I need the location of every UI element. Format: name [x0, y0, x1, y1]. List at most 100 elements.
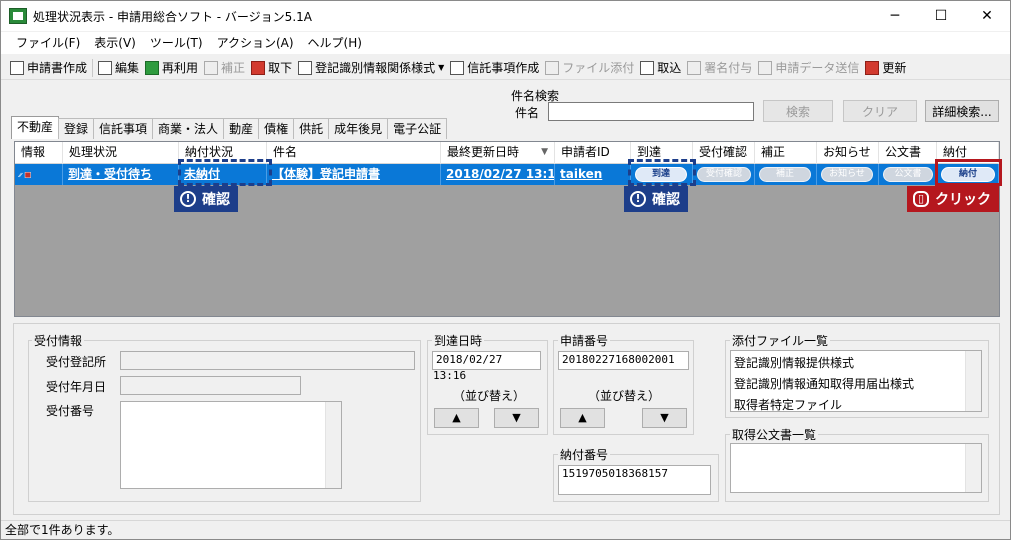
mouse-click-icon: ▯: [913, 191, 929, 207]
attachments-scrollbar[interactable]: [965, 351, 981, 411]
registry-forms-button[interactable]: 登記識別情報関係様式 ▼: [295, 57, 447, 79]
status-bar: 全部で1件あります。: [1, 520, 1010, 540]
payment-button[interactable]: 納付: [941, 167, 995, 182]
title-bar: 処理状況表示 - 申請用総合ソフト - バージョン5.1A ─ ☐ ✕: [1, 1, 1010, 31]
tab-notary[interactable]: 電子公証: [387, 118, 448, 139]
menu-tools[interactable]: ツール(T): [143, 32, 210, 54]
arrival-sort-down-button[interactable]: ▼: [494, 408, 539, 428]
list-item[interactable]: 取得者特定ファイル: [734, 396, 842, 413]
official-docs-scrollbar[interactable]: [965, 444, 981, 492]
attach-icon: [545, 60, 560, 75]
col-official[interactable]: 公文書: [879, 142, 937, 164]
receipt-date-field[interactable]: [120, 376, 301, 395]
tab-commercial[interactable]: 商業・法人: [152, 118, 225, 139]
window-title: 処理状況表示 - 申請用総合ソフト - バージョン5.1A: [33, 9, 312, 24]
official-doc-button[interactable]: 公文書: [883, 167, 933, 182]
form-icon: [298, 60, 313, 75]
list-item[interactable]: 登記識別情報提供様式: [734, 354, 854, 371]
col-payment-status[interactable]: 納付状況: [179, 142, 267, 164]
subject-cell[interactable]: 【体験】登記申請書: [267, 164, 441, 185]
tab-trust[interactable]: 信託事項: [93, 118, 154, 139]
app-sort-down-button[interactable]: ▼: [642, 408, 687, 428]
app-number-label: 申請番号: [558, 332, 611, 349]
tab-movables[interactable]: 動産: [223, 118, 260, 139]
correction-icon: [204, 60, 219, 75]
col-status[interactable]: 処理状況: [63, 142, 179, 164]
maximize-button[interactable]: ☐: [918, 1, 964, 31]
reuse-icon: [145, 60, 160, 75]
exclamation-icon: !: [180, 191, 196, 207]
grid-header: 情報 処理状況 納付状況 件名 最終更新日時 ▼ 申請者ID 到達 受付確認 補正…: [15, 142, 999, 164]
arrival-sort-up-button[interactable]: ▲: [434, 408, 479, 428]
official-docs-list[interactable]: [730, 443, 982, 493]
tab-real-estate[interactable]: 不動産: [11, 116, 60, 139]
col-subject[interactable]: 件名: [267, 142, 441, 164]
arrival-field[interactable]: 2018/02/27 13:16: [432, 351, 541, 382]
receipt-confirm-button[interactable]: 受付確認: [697, 167, 751, 182]
list-item[interactable]: 登記識別情報通知取得用届出様式: [734, 375, 914, 392]
arrival-button[interactable]: 到達: [635, 167, 687, 182]
subject-label: 件名: [515, 106, 540, 120]
status-grid: 情報 処理状況 納付状況 件名 最終更新日時 ▼ 申請者ID 到達 受付確認 補正…: [14, 141, 1000, 317]
tab-deposit[interactable]: 供託: [293, 118, 330, 139]
send-data-button[interactable]: 申請データ送信: [755, 57, 862, 79]
tab-registration[interactable]: 登録: [58, 118, 95, 139]
col-arrival[interactable]: 到達: [631, 142, 693, 164]
dropdown-caret-icon: ▼: [438, 63, 445, 72]
col-receipt[interactable]: 受付確認: [693, 142, 755, 164]
clip-seal-icon: [17, 171, 31, 178]
payment-number-field[interactable]: 1519705018368157: [558, 465, 711, 495]
close-button[interactable]: ✕: [964, 1, 1010, 31]
col-payment[interactable]: 納付: [937, 142, 999, 164]
search-button[interactable]: 検索: [763, 100, 833, 122]
trust-icon: [450, 60, 465, 75]
menu-action[interactable]: アクション(A): [210, 32, 301, 54]
app-number-field[interactable]: 20180227168002001: [558, 351, 689, 370]
receipt-office-field[interactable]: [120, 351, 415, 370]
import-button[interactable]: 取込: [637, 57, 684, 79]
col-notice[interactable]: お知らせ: [817, 142, 879, 164]
col-correction[interactable]: 補正: [755, 142, 817, 164]
exclamation-icon: !: [630, 191, 646, 207]
payment-number-label: 納付番号: [558, 446, 611, 463]
applicant-id-cell[interactable]: taiken: [555, 164, 631, 185]
subject-search-group: 件名検索 件名 検索 クリア 詳細検索...: [507, 87, 1003, 125]
app-sort-up-button[interactable]: ▲: [560, 408, 605, 428]
create-application-button[interactable]: 申請書作成: [7, 57, 90, 79]
receipt-number-field[interactable]: [120, 401, 342, 489]
table-row[interactable]: 到達・受付待ち 未納付 【体験】登記申請書 2018/02/27 13:18 t…: [15, 164, 999, 185]
correction-row-button[interactable]: 補正: [759, 167, 811, 182]
correction-button[interactable]: 補正: [201, 57, 248, 79]
tab-claims[interactable]: 債権: [258, 118, 295, 139]
reuse-button[interactable]: 再利用: [142, 57, 201, 79]
trust-create-button[interactable]: 信託事項作成: [447, 57, 542, 79]
payment-status-cell[interactable]: 未納付: [179, 164, 267, 185]
sign-button[interactable]: 署名付与: [684, 57, 755, 79]
subject-search-input[interactable]: [548, 102, 754, 121]
sort-desc-icon: ▼: [541, 147, 548, 157]
attachments-list[interactable]: 登記識別情報提供様式 登記識別情報通知取得用届出様式 取得者特定ファイル: [730, 350, 982, 412]
refresh-button[interactable]: 更新: [862, 57, 909, 79]
info-cell: [15, 164, 63, 185]
menu-bar: ファイル(F) 表示(V) ツール(T) アクション(A) ヘルプ(H): [1, 32, 1010, 54]
menu-file[interactable]: ファイル(F): [9, 32, 87, 54]
attachments-label: 添付ファイル一覧: [730, 332, 831, 349]
col-info[interactable]: 情報: [15, 142, 63, 164]
updated-cell[interactable]: 2018/02/27 13:18: [441, 164, 555, 185]
withdraw-button[interactable]: 取下: [248, 57, 295, 79]
edit-icon: [98, 60, 113, 75]
receipt-number-scrollbar[interactable]: [325, 402, 341, 488]
notice-button[interactable]: お知らせ: [821, 167, 873, 182]
minimize-button[interactable]: ─: [872, 1, 918, 31]
col-applicant-id[interactable]: 申請者ID: [555, 142, 631, 164]
edit-button[interactable]: 編集: [95, 57, 142, 79]
attach-file-button[interactable]: ファイル添付: [542, 57, 637, 79]
col-updated[interactable]: 最終更新日時 ▼: [441, 142, 555, 164]
receipt-info-label: 受付情報: [32, 332, 85, 349]
clear-button[interactable]: クリア: [843, 100, 917, 122]
status-cell[interactable]: 到達・受付待ち: [63, 164, 179, 185]
tab-guardianship[interactable]: 成年後見: [328, 118, 389, 139]
menu-help[interactable]: ヘルプ(H): [301, 32, 369, 54]
menu-view[interactable]: 表示(V): [87, 32, 143, 54]
detail-search-button[interactable]: 詳細検索...: [925, 100, 999, 122]
